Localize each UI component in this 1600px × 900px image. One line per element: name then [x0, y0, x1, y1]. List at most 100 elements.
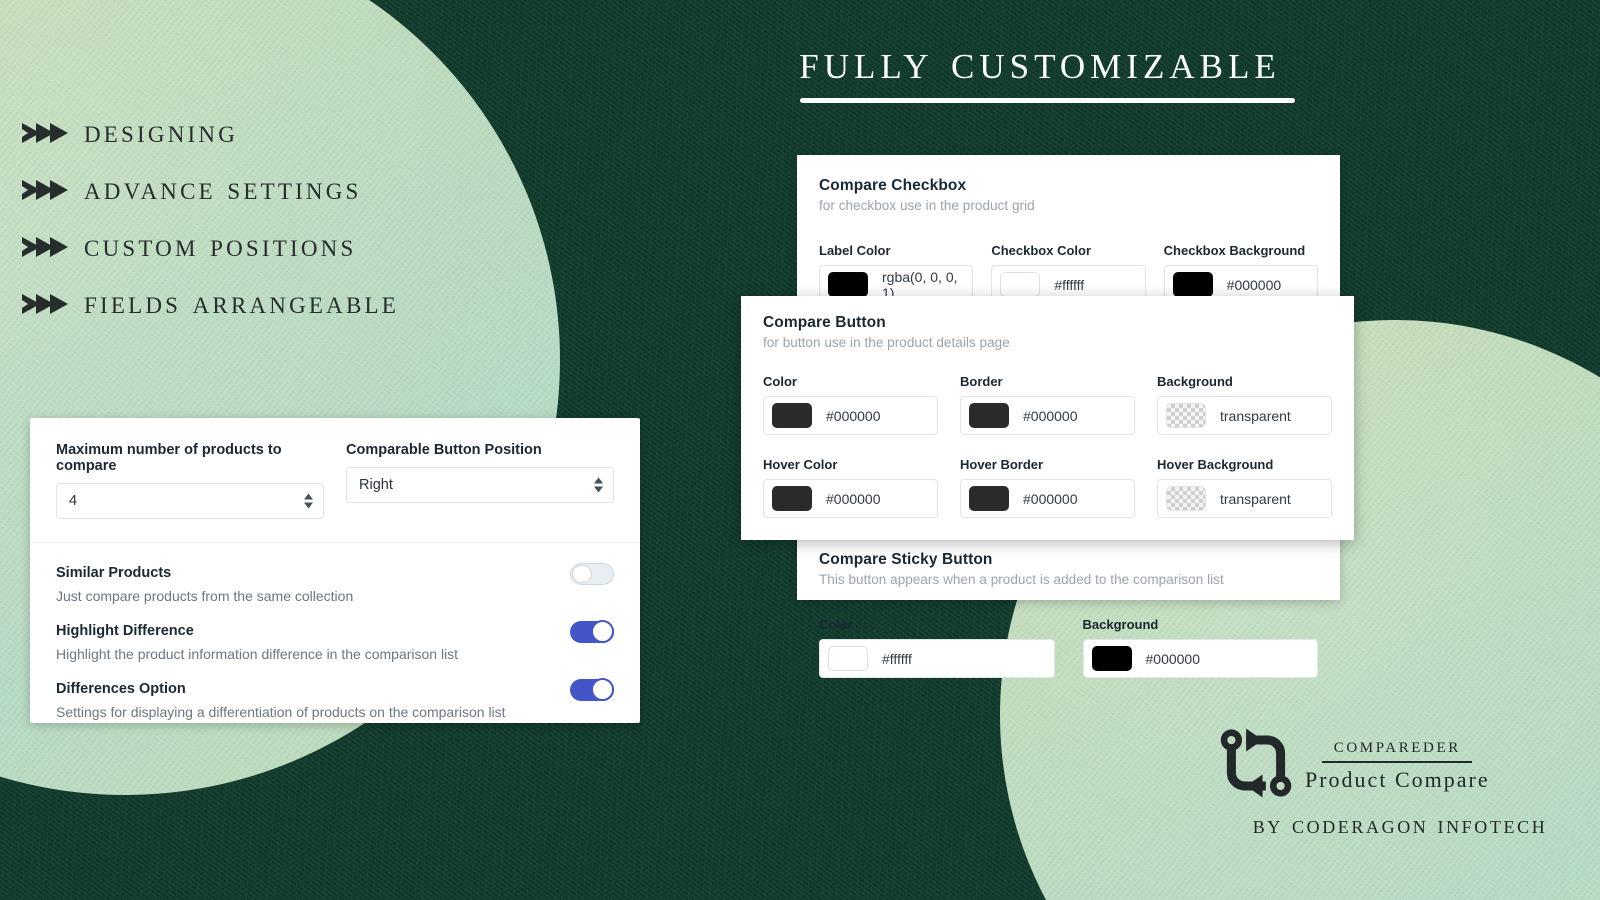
compare-arrows-logo-icon	[1220, 728, 1292, 798]
field-label: Checkbox Background	[1163, 243, 1306, 258]
field-label-color: Label Color rgba(0, 0, 0, 1)	[819, 243, 974, 304]
field-label: Background	[1157, 374, 1233, 389]
toggle-switch-differences-option[interactable]	[570, 678, 614, 701]
color-input[interactable]: #000000	[1082, 639, 1318, 678]
field-label: Maximum number of products to compare	[56, 442, 282, 474]
feature-item-fields-arrangeable: Fields Arrangeable	[20, 275, 399, 332]
field-hover-color: Hover Color #000000	[763, 457, 938, 518]
chevron-up-icon[interactable]	[594, 477, 603, 484]
color-input[interactable]: #ffffff	[819, 639, 1055, 678]
color-value: #ffffff	[882, 650, 912, 667]
setting-description: Settings for displaying a differentiatio…	[56, 704, 506, 720]
color-swatch[interactable]	[969, 486, 1009, 511]
chevron-down-icon[interactable]	[594, 486, 603, 493]
setting-description: Highlight the product information differ…	[56, 646, 459, 662]
setting-similar-products: Similar Products Just compare products f…	[56, 557, 614, 615]
field-label: Label Color	[819, 243, 891, 258]
setting-description: Just compare products from the same coll…	[56, 588, 354, 604]
compare-sticky-button-section: Compare Sticky Button This button appear…	[819, 551, 1318, 678]
settings-top-row: Maximum number of products to compare 4 …	[30, 418, 640, 541]
feature-list: Designing Advance Settings Custom Positi…	[20, 104, 399, 332]
setting-title: Highlight Difference	[56, 623, 194, 639]
field-background: Background transparent	[1157, 374, 1332, 435]
max-products-value: 4	[69, 493, 78, 509]
button-position-select[interactable]: Right	[346, 467, 614, 503]
field-label: Checkbox Color	[991, 243, 1092, 258]
color-value: transparent	[1220, 407, 1291, 424]
color-swatch[interactable]	[1172, 272, 1213, 297]
color-value: #000000	[1023, 490, 1078, 507]
field-checkbox-color: Checkbox Color #ffffff	[991, 243, 1146, 304]
color-input[interactable]: #000000	[960, 396, 1135, 435]
feature-label: Fields Arrangeable	[84, 285, 400, 321]
field-hover-background: Hover Background transparent	[1157, 457, 1332, 518]
feature-item-custom-positions: Custom Positions	[20, 218, 399, 275]
field-hover-border: Hover Border #000000	[960, 457, 1135, 518]
feature-item-designing: Designing	[20, 104, 399, 161]
double-arrow-icon	[22, 122, 68, 143]
color-input[interactable]: #000000	[763, 396, 938, 435]
compare-button-card: Compare Button for button use in the pro…	[741, 296, 1354, 540]
field-border: Border #000000	[960, 374, 1135, 435]
field-label: Color	[763, 374, 797, 389]
color-swatch[interactable]	[1000, 272, 1041, 297]
max-products-stepper[interactable]: 4	[56, 483, 324, 519]
field-label: Comparable Button Position	[346, 442, 542, 458]
color-swatch[interactable]	[828, 646, 868, 671]
field-label: Hover Background	[1157, 457, 1274, 472]
chevron-up-icon[interactable]	[304, 493, 313, 500]
compare-sticky-button-fields: Color #ffffff Background #000000	[819, 617, 1318, 678]
color-swatch[interactable]	[772, 486, 812, 511]
card-title: Compare Sticky Button	[819, 551, 993, 568]
brand-credit: By CodeRagon Infotech	[1252, 810, 1548, 839]
toggle-switch-highlight-difference[interactable]	[570, 620, 614, 643]
color-input[interactable]: #000000	[763, 479, 938, 518]
toggle-switch-similar-products[interactable]	[570, 563, 614, 585]
card-title: Compare Button	[763, 314, 886, 331]
feature-item-advance-settings: Advance Settings	[20, 161, 399, 218]
compare-checkbox-fields: Label Color rgba(0, 0, 0, 1) Checkbox Co…	[819, 243, 1318, 304]
setting-title: Similar Products	[56, 565, 172, 581]
compare-button-fields: Color #000000 Border #000000 Background …	[763, 374, 1332, 518]
field-checkbox-background: Checkbox Background #000000	[1163, 243, 1318, 304]
toggle-knob	[591, 678, 614, 701]
color-value: #000000	[1145, 650, 1201, 667]
field-sticky-background: Background #000000	[1082, 617, 1318, 678]
card-subtitle: for button use in the product details pa…	[763, 335, 1010, 350]
color-input[interactable]: transparent	[1157, 479, 1332, 518]
settings-toggle-list: Similar Products Just compare products f…	[30, 543, 640, 731]
color-input[interactable]: #000000	[960, 479, 1135, 518]
chevron-down-icon[interactable]	[304, 502, 313, 509]
transparent-swatch[interactable]	[1166, 486, 1206, 511]
color-swatch[interactable]	[1091, 646, 1132, 671]
field-label: Hover Color	[763, 457, 838, 472]
button-position-value: Right	[359, 477, 393, 493]
brand-block: Compareder Product Compare By CodeRagon …	[1215, 722, 1585, 840]
setting-title: Differences Option	[56, 681, 186, 697]
color-value: #ffffff	[1054, 276, 1085, 293]
card-subtitle: This button appears when a product is ad…	[819, 572, 1224, 587]
brand-divider	[1322, 761, 1473, 763]
field-label: Background	[1082, 617, 1159, 632]
color-value: #000000	[1023, 407, 1078, 424]
color-swatch[interactable]	[772, 403, 812, 428]
double-arrow-icon	[22, 236, 68, 257]
color-input[interactable]: transparent	[1157, 396, 1332, 435]
field-label: Hover Border	[960, 457, 1044, 472]
color-swatch[interactable]	[828, 272, 868, 297]
transparent-swatch[interactable]	[1166, 403, 1206, 428]
color-value: #000000	[826, 490, 881, 507]
title-underline-divider	[800, 98, 1295, 103]
stepper-arrows-icon[interactable]	[304, 493, 313, 509]
color-value: transparent	[1220, 490, 1291, 507]
toggle-knob	[591, 620, 614, 643]
setting-highlight-difference: Highlight Difference Highlight the produ…	[56, 615, 614, 673]
page-title: Fully Customizable	[799, 33, 1281, 89]
color-swatch[interactable]	[969, 403, 1009, 428]
card-title: Compare Checkbox	[819, 177, 967, 194]
stepper-arrows-icon[interactable]	[594, 477, 603, 493]
brand-tagline: Product Compare	[1305, 767, 1490, 792]
field-label: Color	[819, 617, 853, 632]
field-color: Color #000000	[763, 374, 938, 435]
feature-label: Advance Settings	[84, 171, 362, 207]
